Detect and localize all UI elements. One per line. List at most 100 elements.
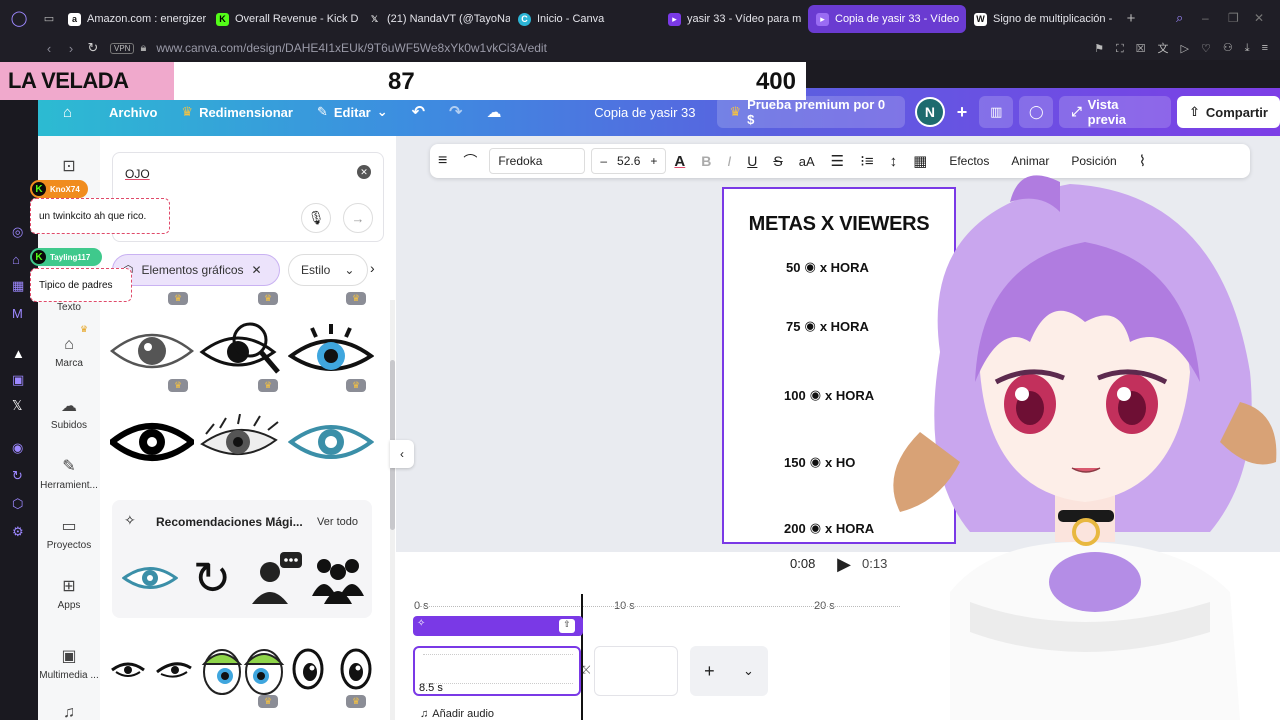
panel-scrollbar[interactable] bbox=[390, 300, 395, 720]
eye-magnifier-graphic[interactable] bbox=[198, 320, 286, 382]
italic-icon[interactable]: I bbox=[719, 153, 739, 169]
comment-icon[interactable]: ◯ bbox=[1019, 96, 1054, 128]
opera-logo-icon[interactable]: ◯ bbox=[0, 9, 38, 27]
bold-icon[interactable]: B bbox=[693, 153, 719, 169]
rail-item-herramientas[interactable]: ✎ Herramient... bbox=[38, 456, 100, 491]
align-icon[interactable]: ☰ bbox=[823, 152, 852, 170]
style-dropdown[interactable]: Estilo ⌄ bbox=[288, 254, 368, 286]
collapse-panel-icon[interactable]: ‹ bbox=[390, 440, 414, 468]
rail-item-multimedia[interactable]: ▣ Multimedia ... bbox=[38, 646, 100, 681]
menu-lines-icon[interactable]: ≡ bbox=[430, 152, 455, 170]
curve-text-icon[interactable]: ⌒ bbox=[455, 151, 485, 171]
strikethrough-icon[interactable]: S bbox=[765, 153, 790, 169]
sidebar-icon-8[interactable]: ⬡ bbox=[12, 496, 23, 512]
eye-lash-graphic-1[interactable] bbox=[108, 648, 148, 692]
address-bar-extensions[interactable]: ⚑⛶☒文▷♡ bbox=[1094, 40, 1223, 56]
tab-kick[interactable]: K Overall Revenue - Kick D bbox=[208, 5, 360, 33]
forward-icon[interactable]: › bbox=[60, 41, 82, 56]
refresh-arrows-graphic[interactable]: ↻ bbox=[184, 550, 240, 606]
sidebar-icon-5[interactable]: ▲ bbox=[12, 346, 25, 361]
rail-item-audio[interactable]: ♫ bbox=[38, 704, 100, 720]
vista-previa-button[interactable]: ⤢ Vista previa bbox=[1059, 96, 1171, 128]
scroll-right-icon[interactable]: › bbox=[370, 260, 375, 276]
spacing-icon[interactable]: ↕ bbox=[882, 153, 906, 170]
sidebar-icon-1[interactable]: ◎ bbox=[12, 224, 23, 240]
video-clip[interactable]: 8.5 s bbox=[413, 646, 581, 696]
group-people-graphic[interactable] bbox=[308, 548, 368, 608]
close-window-icon[interactable]: ✕ bbox=[1254, 11, 1280, 25]
efectos-button[interactable]: Efectos bbox=[941, 154, 997, 168]
x-sidebar-icon[interactable]: 𝕏 bbox=[12, 398, 22, 414]
submit-arrow-icon[interactable]: → bbox=[343, 203, 373, 233]
rail-item-proyectos[interactable]: ▭ Proyectos bbox=[38, 516, 100, 551]
compartir-button[interactable]: ⇧ Compartir bbox=[1176, 96, 1280, 128]
remove-filter-icon[interactable]: ✕ bbox=[252, 263, 262, 277]
sidebar-icon-6[interactable]: ◉ bbox=[12, 440, 23, 456]
font-size-value[interactable]: 52.6 bbox=[617, 154, 640, 168]
cartoon-eye-graphic-1[interactable] bbox=[288, 644, 328, 694]
eye-blue-lashes-graphic[interactable] bbox=[288, 320, 374, 382]
settings-gear-icon[interactable]: ⚙ bbox=[12, 524, 24, 540]
case-icon[interactable]: aA bbox=[791, 154, 823, 169]
cloud-saved-icon[interactable]: ☁ bbox=[474, 103, 513, 121]
reload-icon[interactable]: ↻ bbox=[82, 40, 104, 56]
decrease-size-icon[interactable]: – bbox=[600, 154, 607, 168]
rail-item-texto[interactable]: Texto bbox=[38, 302, 100, 313]
restore-icon[interactable]: ❐ bbox=[1228, 11, 1254, 25]
twitch-icon[interactable]: ▣ bbox=[12, 372, 24, 388]
sidebar-icon-3[interactable]: ▦ bbox=[12, 278, 24, 294]
goal-row-200[interactable]: 200 ◉ x HORA bbox=[784, 520, 874, 536]
search-input[interactable]: OJO bbox=[125, 167, 150, 181]
sidebar-icon-2[interactable]: ⌂ bbox=[12, 252, 20, 267]
text-color-icon[interactable]: A bbox=[666, 153, 693, 170]
profile-download-menu-icons[interactable]: ⚇⤓≡ bbox=[1223, 41, 1280, 55]
goal-row-75[interactable]: 75 ◉ x HORA bbox=[786, 318, 869, 334]
minimize-icon[interactable]: – bbox=[1202, 11, 1228, 25]
animar-button[interactable]: Animar bbox=[1003, 154, 1057, 168]
add-collaborator-icon[interactable]: + bbox=[945, 102, 980, 123]
tab-wikipedia[interactable]: W Signo de multiplicación - bbox=[966, 5, 1118, 33]
rail-item-top[interactable]: ⊡ bbox=[38, 156, 100, 180]
tab-amazon[interactable]: a Amazon.com : energizer bbox=[60, 5, 208, 33]
cartoon-eyes-green-graphic[interactable] bbox=[200, 642, 286, 696]
redo-icon[interactable]: ↷ bbox=[437, 102, 474, 122]
cartoon-eye-graphic-2[interactable] bbox=[336, 644, 376, 694]
vpn-badge[interactable]: VPN bbox=[110, 42, 135, 54]
transition-icon[interactable]: ⤪ bbox=[582, 664, 591, 677]
goal-row-150[interactable]: 150 ◉ x HO bbox=[784, 454, 855, 470]
animation-track[interactable]: ✧ ⇧ bbox=[413, 616, 583, 636]
chevron-down-icon[interactable]: ⌄ bbox=[743, 663, 754, 679]
filter-chip-elementos[interactable]: ⬡Elementos gráficos✕ bbox=[112, 254, 280, 286]
upload-icon[interactable]: ⇧ bbox=[559, 619, 575, 633]
person-chat-graphic[interactable] bbox=[246, 548, 306, 608]
posicion-button[interactable]: Posición bbox=[1063, 154, 1124, 168]
add-audio-button[interactable]: ♫ Añadir audio bbox=[420, 708, 494, 720]
home-icon[interactable]: ⌂ bbox=[38, 104, 97, 121]
eye-teal-graphic[interactable] bbox=[288, 412, 374, 472]
sidebar-icon-4[interactable]: M bbox=[12, 306, 23, 321]
eye-sketch-graphic[interactable] bbox=[198, 412, 284, 472]
play-button[interactable]: ▶ bbox=[832, 552, 856, 576]
avatar[interactable]: N bbox=[915, 97, 945, 127]
add-page-button[interactable]: + bbox=[704, 661, 715, 682]
font-size-stepper[interactable]: – 52.6 + bbox=[591, 148, 667, 174]
premium-trial-button[interactable]: ♛ Prueba premium por 0 $ bbox=[717, 96, 906, 128]
sidebar-icon-7[interactable]: ↻ bbox=[12, 468, 23, 484]
transparency-icon[interactable]: ▦ bbox=[905, 152, 935, 170]
back-icon[interactable]: ‹ bbox=[38, 41, 60, 56]
tab-x[interactable]: 𝕏 (21) NandaVT (@TayoNa bbox=[360, 5, 510, 33]
undo-icon[interactable]: ↶ bbox=[400, 102, 437, 122]
eye-outline-graphic[interactable] bbox=[110, 320, 194, 382]
url-text[interactable]: www.canva.com/design/DAHE4I1xEUk/9T6uWF5… bbox=[156, 41, 547, 55]
rail-item-apps[interactable]: ⊞ Apps bbox=[38, 576, 100, 611]
copy-style-icon[interactable]: ⌇ bbox=[1131, 152, 1154, 170]
editar-menu[interactable]: ✎ Editar ⌄ bbox=[305, 104, 400, 120]
search-tabs-icon[interactable]: ⌕ bbox=[1176, 10, 1202, 26]
eye-teal-small-graphic[interactable] bbox=[122, 556, 178, 600]
microphone-icon[interactable]: 🎙︎ bbox=[301, 203, 331, 233]
underline-icon[interactable]: U bbox=[739, 153, 765, 169]
list-icon[interactable]: ⁝≡ bbox=[852, 152, 882, 170]
ver-todo-link[interactable]: Ver todo bbox=[317, 516, 358, 528]
tab-active-video[interactable]: ▸ Copia de yasir 33 - Vídeo bbox=[808, 5, 966, 33]
tab-video[interactable]: ▸ yasir 33 - Vídeo para m bbox=[660, 5, 808, 33]
